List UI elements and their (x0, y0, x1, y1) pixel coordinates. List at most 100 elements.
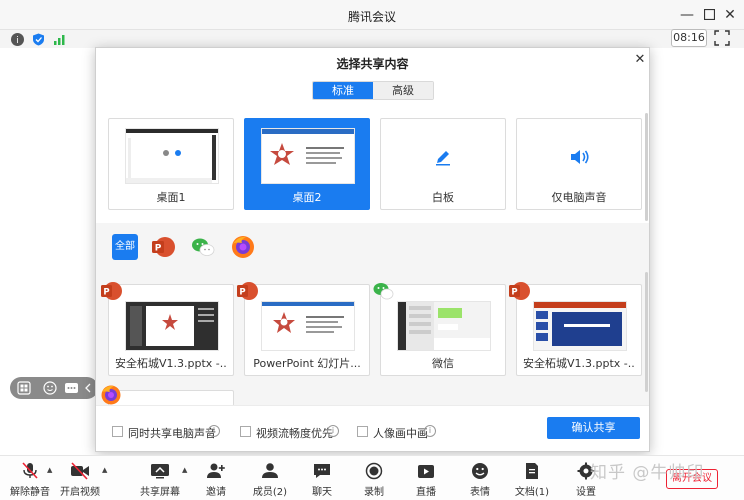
pencil-icon (436, 151, 450, 166)
video-smoothness-checkbox[interactable] (240, 426, 251, 437)
meeting-clock: 08:16 (671, 29, 707, 47)
filter-all-button[interactable]: 全部 (112, 234, 138, 260)
toolbar-label: 直播 (416, 487, 436, 498)
powerpoint-filter-icon[interactable]: P (150, 234, 176, 260)
desktop1-thumbnail (125, 128, 219, 184)
windows-scrollbar[interactable] (645, 272, 648, 392)
window-card-powerpoint-slideshow[interactable]: PowerPoint 幻灯片... (244, 284, 370, 376)
share-audio-checkbox[interactable] (112, 426, 123, 437)
window-label: 安全柘城V1.3.pptx -... (523, 357, 635, 370)
screen-card-label: 仅电脑声音 (551, 191, 607, 204)
share-content-dialog: 选择共享内容 ✕ 标准 高级 桌面1 桌面2 白板 仅电脑声音 全部 P 安全柘… (95, 47, 650, 452)
start-video-button[interactable]: 开启视频 (60, 462, 100, 498)
toolbar-label: 邀请 (206, 487, 226, 498)
window-card-pptx-1[interactable]: 安全柘城V1.3.pptx -... (108, 284, 234, 376)
reactions-button[interactable]: 表情 (466, 462, 494, 498)
members-icon (262, 463, 278, 478)
document-icon (526, 463, 538, 479)
window-label: 微信 (432, 357, 454, 370)
chat-icon (314, 464, 330, 478)
screen-card-label: 桌面2 (292, 191, 322, 204)
window-thumbnail (397, 301, 491, 351)
powerpoint-icon: P (100, 280, 122, 302)
window-thumbnail (125, 301, 219, 351)
dialog-title: 选择共享内容 (336, 57, 409, 71)
picture-in-picture-label: 人像画中画 (373, 427, 428, 440)
screens-scrollbar[interactable] (645, 113, 648, 221)
unmute-button[interactable]: 解除静音 (10, 462, 50, 498)
tab-advanced[interactable]: 高级 (373, 82, 433, 99)
shield-icon[interactable] (32, 33, 45, 46)
window-label: PowerPoint 幻灯片... (253, 357, 361, 370)
screen-card-label: 白板 (432, 191, 454, 204)
record-button[interactable]: 录制 (360, 462, 388, 498)
toolbar-label: 共享屏幕 (140, 487, 180, 498)
screen-card-whiteboard[interactable]: 白板 (380, 118, 506, 210)
info-icon[interactable]: i (11, 33, 24, 46)
toolbar-label: 设置 (576, 487, 596, 498)
dialog-close-icon[interactable]: ✕ (633, 53, 647, 67)
powerpoint-icon: P (236, 280, 258, 302)
chevron-up-icon[interactable]: ▲ (102, 466, 107, 474)
livestream-button[interactable]: 直播 (412, 462, 440, 498)
wechat-icon (372, 280, 394, 302)
video-off-icon (71, 462, 89, 480)
chevron-up-icon[interactable]: ▲ (47, 466, 52, 474)
firefox-filter-icon[interactable] (230, 234, 256, 260)
share-screen-button[interactable]: 共享屏幕 (138, 462, 182, 498)
share-audio-label: 同时共享电脑声音 (128, 427, 216, 440)
chevron-up-icon[interactable]: ▲ (182, 466, 187, 474)
window-title: 腾讯会议 (347, 10, 396, 24)
window-card-firefox[interactable] (108, 390, 234, 406)
screen-card-computer-audio[interactable]: 仅电脑声音 (516, 118, 642, 210)
info-icon[interactable]: i (327, 425, 339, 437)
desktop2-thumbnail (261, 128, 355, 184)
meeting-status-bar (0, 30, 744, 48)
powerpoint-icon: P (508, 280, 530, 302)
fullscreen-icon[interactable] (714, 30, 730, 46)
livestream-icon (418, 465, 434, 478)
toolbar-label: 成员(2) (252, 487, 288, 498)
toolbar-label: 录制 (364, 487, 384, 498)
members-button[interactable]: 成员(2) (250, 462, 290, 498)
picture-in-picture-checkbox[interactable] (357, 426, 368, 437)
svg-text:P: P (239, 288, 245, 298)
chat-button[interactable]: 聊天 (308, 462, 336, 498)
toolbar-label: 表情 (470, 487, 490, 498)
window-thumbnail (533, 301, 627, 351)
maximize-icon[interactable] (700, 6, 718, 24)
confirm-share-button[interactable]: 确认共享 (547, 417, 640, 439)
wechat-filter-icon[interactable] (190, 234, 216, 260)
screen-card-label: 桌面1 (156, 191, 186, 204)
watermark: 知乎 @牛帅印 (590, 463, 705, 483)
svg-text:P: P (155, 244, 162, 254)
share-mode-tabs: 标准 高级 (312, 81, 434, 100)
signal-icon[interactable] (53, 33, 66, 46)
toolbar-label: 开启视频 (60, 487, 100, 498)
add-user-icon (207, 463, 225, 478)
muted-mic-icon (22, 462, 38, 479)
toolbar-label: 聊天 (312, 487, 332, 498)
info-icon[interactable]: i (208, 425, 220, 437)
info-icon[interactable]: i (424, 425, 436, 437)
close-window-icon[interactable]: ✕ (721, 6, 739, 24)
tab-standard[interactable]: 标准 (313, 82, 373, 99)
window-card-wechat[interactable]: 微信 (380, 284, 506, 376)
emoji-icon (472, 463, 488, 479)
invite-button[interactable]: 邀请 (200, 462, 232, 498)
svg-text:P: P (511, 288, 517, 298)
documents-button[interactable]: 文档(1) (514, 462, 550, 498)
svg-text:P: P (103, 288, 109, 298)
window-card-pptx-2[interactable]: 安全柘城V1.3.pptx -... (516, 284, 642, 376)
record-icon (365, 462, 383, 480)
title-bar: 腾讯会议 — ✕ (0, 0, 744, 30)
firefox-icon (100, 384, 122, 406)
window-thumbnail (261, 301, 355, 351)
screen-card-desktop1[interactable]: 桌面1 (108, 118, 234, 210)
toolbar-label: 文档(1) (514, 487, 550, 498)
screen-card-desktop2[interactable]: 桌面2 (244, 118, 370, 210)
toolbar-label: 解除静音 (10, 487, 50, 498)
minimize-icon[interactable]: — (678, 6, 696, 24)
side-floating-bar[interactable] (10, 377, 98, 399)
share-screen-icon (151, 464, 169, 479)
